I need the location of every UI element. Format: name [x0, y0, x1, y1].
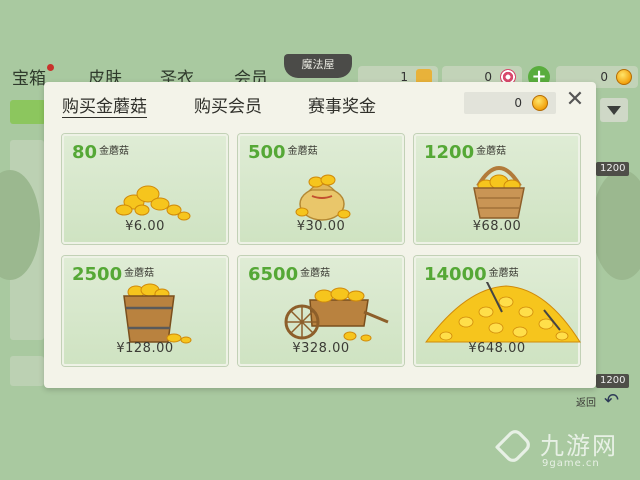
product-unit: 金蘑菇: [124, 268, 155, 279]
tab-buy-vip[interactable]: 购买会员: [194, 92, 262, 117]
bg-right-shape: [592, 170, 640, 280]
gold-coin-icon: [616, 69, 632, 85]
mushroom-basket-icon: [473, 166, 525, 219]
product-price: ¥128.00: [116, 341, 174, 356]
mushroom-cart-icon: [284, 287, 389, 342]
mushroom-bucket-icon: [123, 283, 192, 344]
product-price: ¥68.00: [472, 219, 522, 234]
product-unit: 金蘑菇: [476, 146, 507, 157]
product-card-1200[interactable]: 1200 金蘑菇 ¥68.00: [414, 134, 580, 244]
product-unit: 金蘑菇: [488, 268, 519, 279]
product-card-80[interactable]: 80 金蘑菇 ¥6.00: [62, 134, 228, 244]
product-price: ¥328.00: [292, 341, 350, 356]
product-card-2500[interactable]: 2500 金蘑菇 ¥128.00: [62, 256, 228, 366]
product-price: ¥30.00: [296, 219, 346, 234]
big-mushroom-pile-icon: [425, 282, 581, 343]
close-icon[interactable]: ✕: [564, 89, 586, 112]
gold-mushroom-icon: [532, 95, 548, 111]
bg-price-bottom: 1200: [596, 374, 630, 388]
product-card-6500[interactable]: 6500 金蘑菇 ¥328.00: [238, 256, 404, 366]
magic-house-badge[interactable]: 魔法屋: [284, 54, 352, 78]
bg-price-top: 1200: [596, 162, 630, 176]
product-unit: 金蘑菇: [300, 268, 331, 279]
product-card-500[interactable]: 500 金蘑菇 ¥30.00: [238, 134, 404, 244]
tab-event-prize[interactable]: 赛事奖金: [308, 92, 376, 117]
watermark: 九游网 9game.cn: [494, 426, 638, 476]
shop-dialog: 购买金蘑菇 购买会员 赛事奖金 0 ✕ 80金蘑菇 ¥6.00 500金蘑菇: [44, 82, 596, 388]
bg-green-button[interactable]: [10, 100, 46, 124]
bg-bottom-panel: [10, 356, 44, 386]
notification-dot: [47, 64, 54, 71]
product-card-14000[interactable]: 14000 金蘑菇 ¥648.00: [414, 256, 581, 366]
watermark-logo-icon: [494, 426, 534, 466]
back-arrow-icon[interactable]: ↶: [604, 390, 619, 411]
small-mushroom-pile-icon: [115, 185, 191, 221]
back-label[interactable]: 返回: [576, 394, 596, 409]
bg-tab-chest[interactable]: 宝箱: [12, 64, 46, 89]
balance-value: 0: [514, 96, 522, 110]
mushroom-sack-icon: [295, 174, 351, 221]
product-unit: 金蘑菇: [287, 146, 318, 157]
tab-buy-mushrooms[interactable]: 购买金蘑菇: [62, 92, 147, 118]
product-price: ¥6.00: [125, 219, 165, 234]
product-price: ¥648.00: [468, 341, 526, 356]
dropdown-arrow-icon[interactable]: [600, 98, 628, 122]
product-unit: 金蘑菇: [99, 146, 130, 157]
mushroom-balance: 0: [464, 92, 556, 114]
